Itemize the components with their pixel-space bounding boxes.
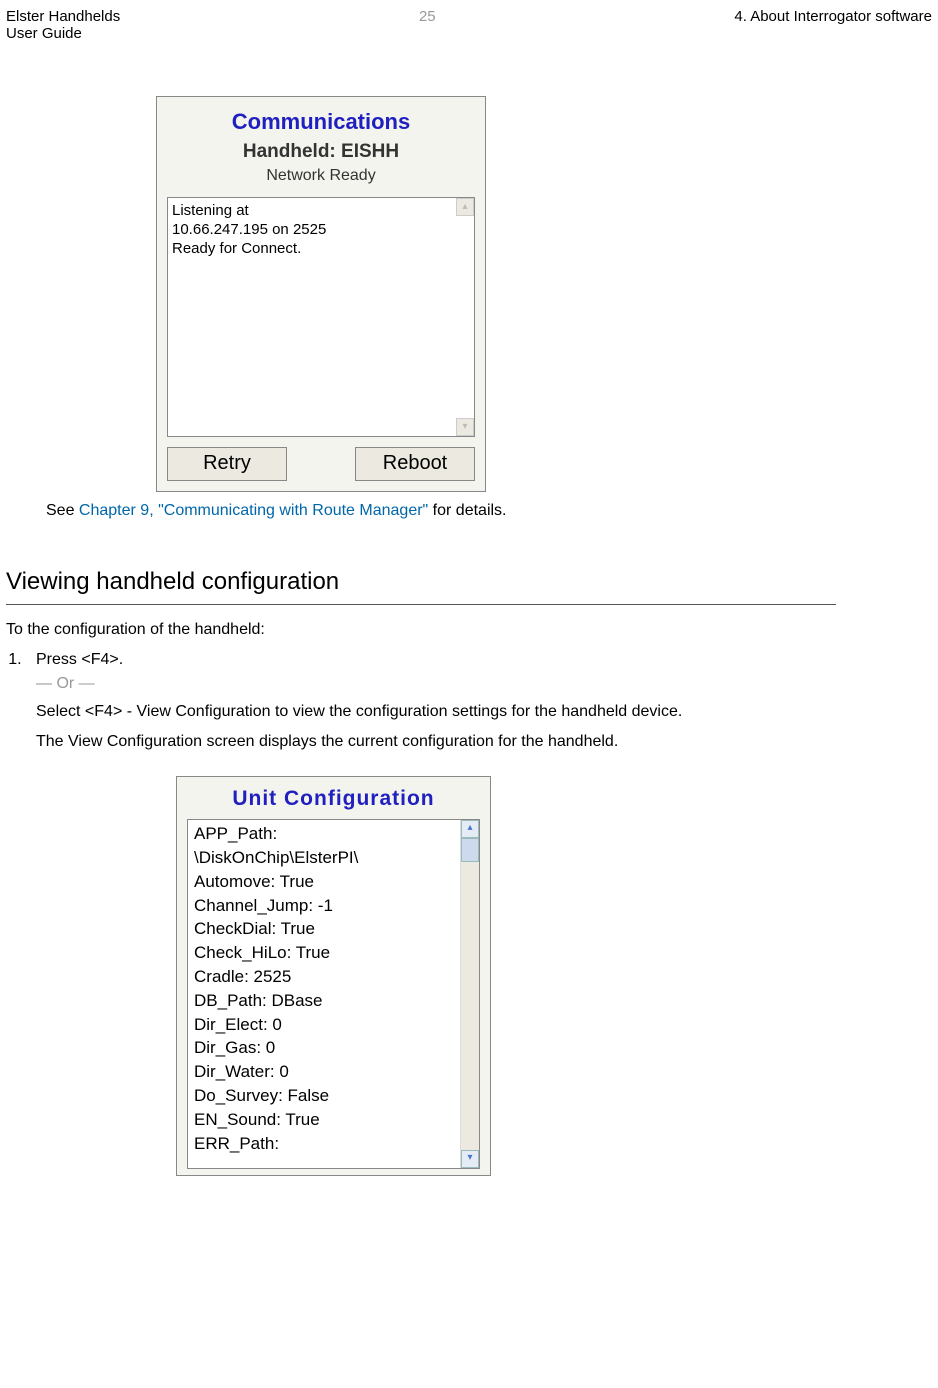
see-reference: See Chapter 9, "Communicating with Route… (46, 502, 932, 520)
page-header: Elster Handhelds User Guide 25 4. About … (0, 0, 938, 46)
config-line: Dir_Water: 0 (194, 1060, 459, 1084)
communications-window: Communications Handheld: EISHH Network R… (156, 96, 486, 492)
header-page-number: 25 (419, 8, 436, 42)
config-line: EN_Sound: True (194, 1108, 459, 1132)
config-line: Automove: True (194, 870, 459, 894)
config-line: \DiskOnChip\ElsterPI\ (194, 846, 459, 870)
section-rule (6, 604, 836, 605)
config-line: Cradle: 2525 (194, 965, 459, 989)
config-line: Dir_Gas: 0 (194, 1036, 459, 1060)
scroll-up-icon[interactable]: ▴ (461, 820, 479, 838)
scrollbar-track[interactable] (460, 820, 479, 1168)
communications-title: Communications (165, 109, 477, 135)
config-line: Channel_Jump: -1 (194, 894, 459, 918)
steps-list: Press <F4>. — Or — Select <F4> - View Co… (26, 651, 932, 752)
config-line: Dir_Elect: 0 (194, 1013, 459, 1037)
config-line: ERR_Path: (194, 1132, 459, 1156)
unit-configuration-window: Unit Configuration APP_Path:\DiskOnChip\… (176, 776, 491, 1176)
header-left: Elster Handhelds User Guide (6, 8, 120, 42)
network-status: Network Ready (165, 167, 477, 185)
scroll-up-icon[interactable]: ▴ (456, 198, 474, 216)
scroll-down-icon[interactable]: ▾ (461, 1150, 479, 1168)
step-1c: The View Configuration screen displays t… (36, 731, 796, 753)
section-title: Viewing handheld configuration (6, 568, 932, 598)
see-text-post: for details. (428, 502, 506, 519)
unit-configuration-title: Unit Configuration (183, 787, 484, 811)
status-line: Ready for Connect. (172, 240, 456, 259)
status-line: 10.66.247.195 on 2525 (172, 221, 456, 240)
status-line: Listening at (172, 202, 456, 221)
reboot-button[interactable]: Reboot (355, 447, 475, 481)
config-line: APP_Path: (194, 822, 459, 846)
config-line: Do_Survey: False (194, 1084, 459, 1108)
scrollbar-thumb[interactable] (461, 838, 479, 862)
config-line: DB_Path: DBase (194, 989, 459, 1013)
step-1b-post: to view the configuration settings for t… (271, 703, 683, 720)
status-textbox[interactable]: Listening at 10.66.247.195 on 2525 Ready… (167, 197, 475, 437)
step-1b-bold: <F4> - View Configuration (85, 703, 271, 720)
configuration-lines: APP_Path:\DiskOnChip\ElsterPI\Automove: … (194, 822, 459, 1155)
scroll-down-icon[interactable]: ▾ (456, 418, 474, 436)
intro-text: To the configuration of the handheld: (6, 621, 932, 639)
header-doc-type: User Guide (6, 25, 120, 42)
button-row: Retry Reboot (167, 447, 475, 481)
chapter-9-link[interactable]: Chapter 9, "Communicating with Route Man… (79, 502, 428, 519)
config-line: Check_HiLo: True (194, 941, 459, 965)
retry-button[interactable]: Retry (167, 447, 287, 481)
configuration-listbox[interactable]: APP_Path:\DiskOnChip\ElsterPI\Automove: … (187, 819, 480, 1169)
step-1: Press <F4>. — Or — Select <F4> - View Co… (26, 651, 932, 752)
header-product: Elster Handhelds (6, 8, 120, 25)
config-line: CheckDial: True (194, 917, 459, 941)
step-1a: Press <F4>. (36, 651, 932, 669)
handheld-label: Handheld: EISHH (165, 141, 477, 163)
step-1b: Select <F4> - View Configuration to view… (36, 701, 796, 723)
step-1b-pre: Select (36, 703, 85, 720)
header-section: 4. About Interrogator software (734, 8, 932, 42)
or-separator: — Or — (36, 675, 932, 693)
see-text-pre: See (46, 502, 79, 519)
